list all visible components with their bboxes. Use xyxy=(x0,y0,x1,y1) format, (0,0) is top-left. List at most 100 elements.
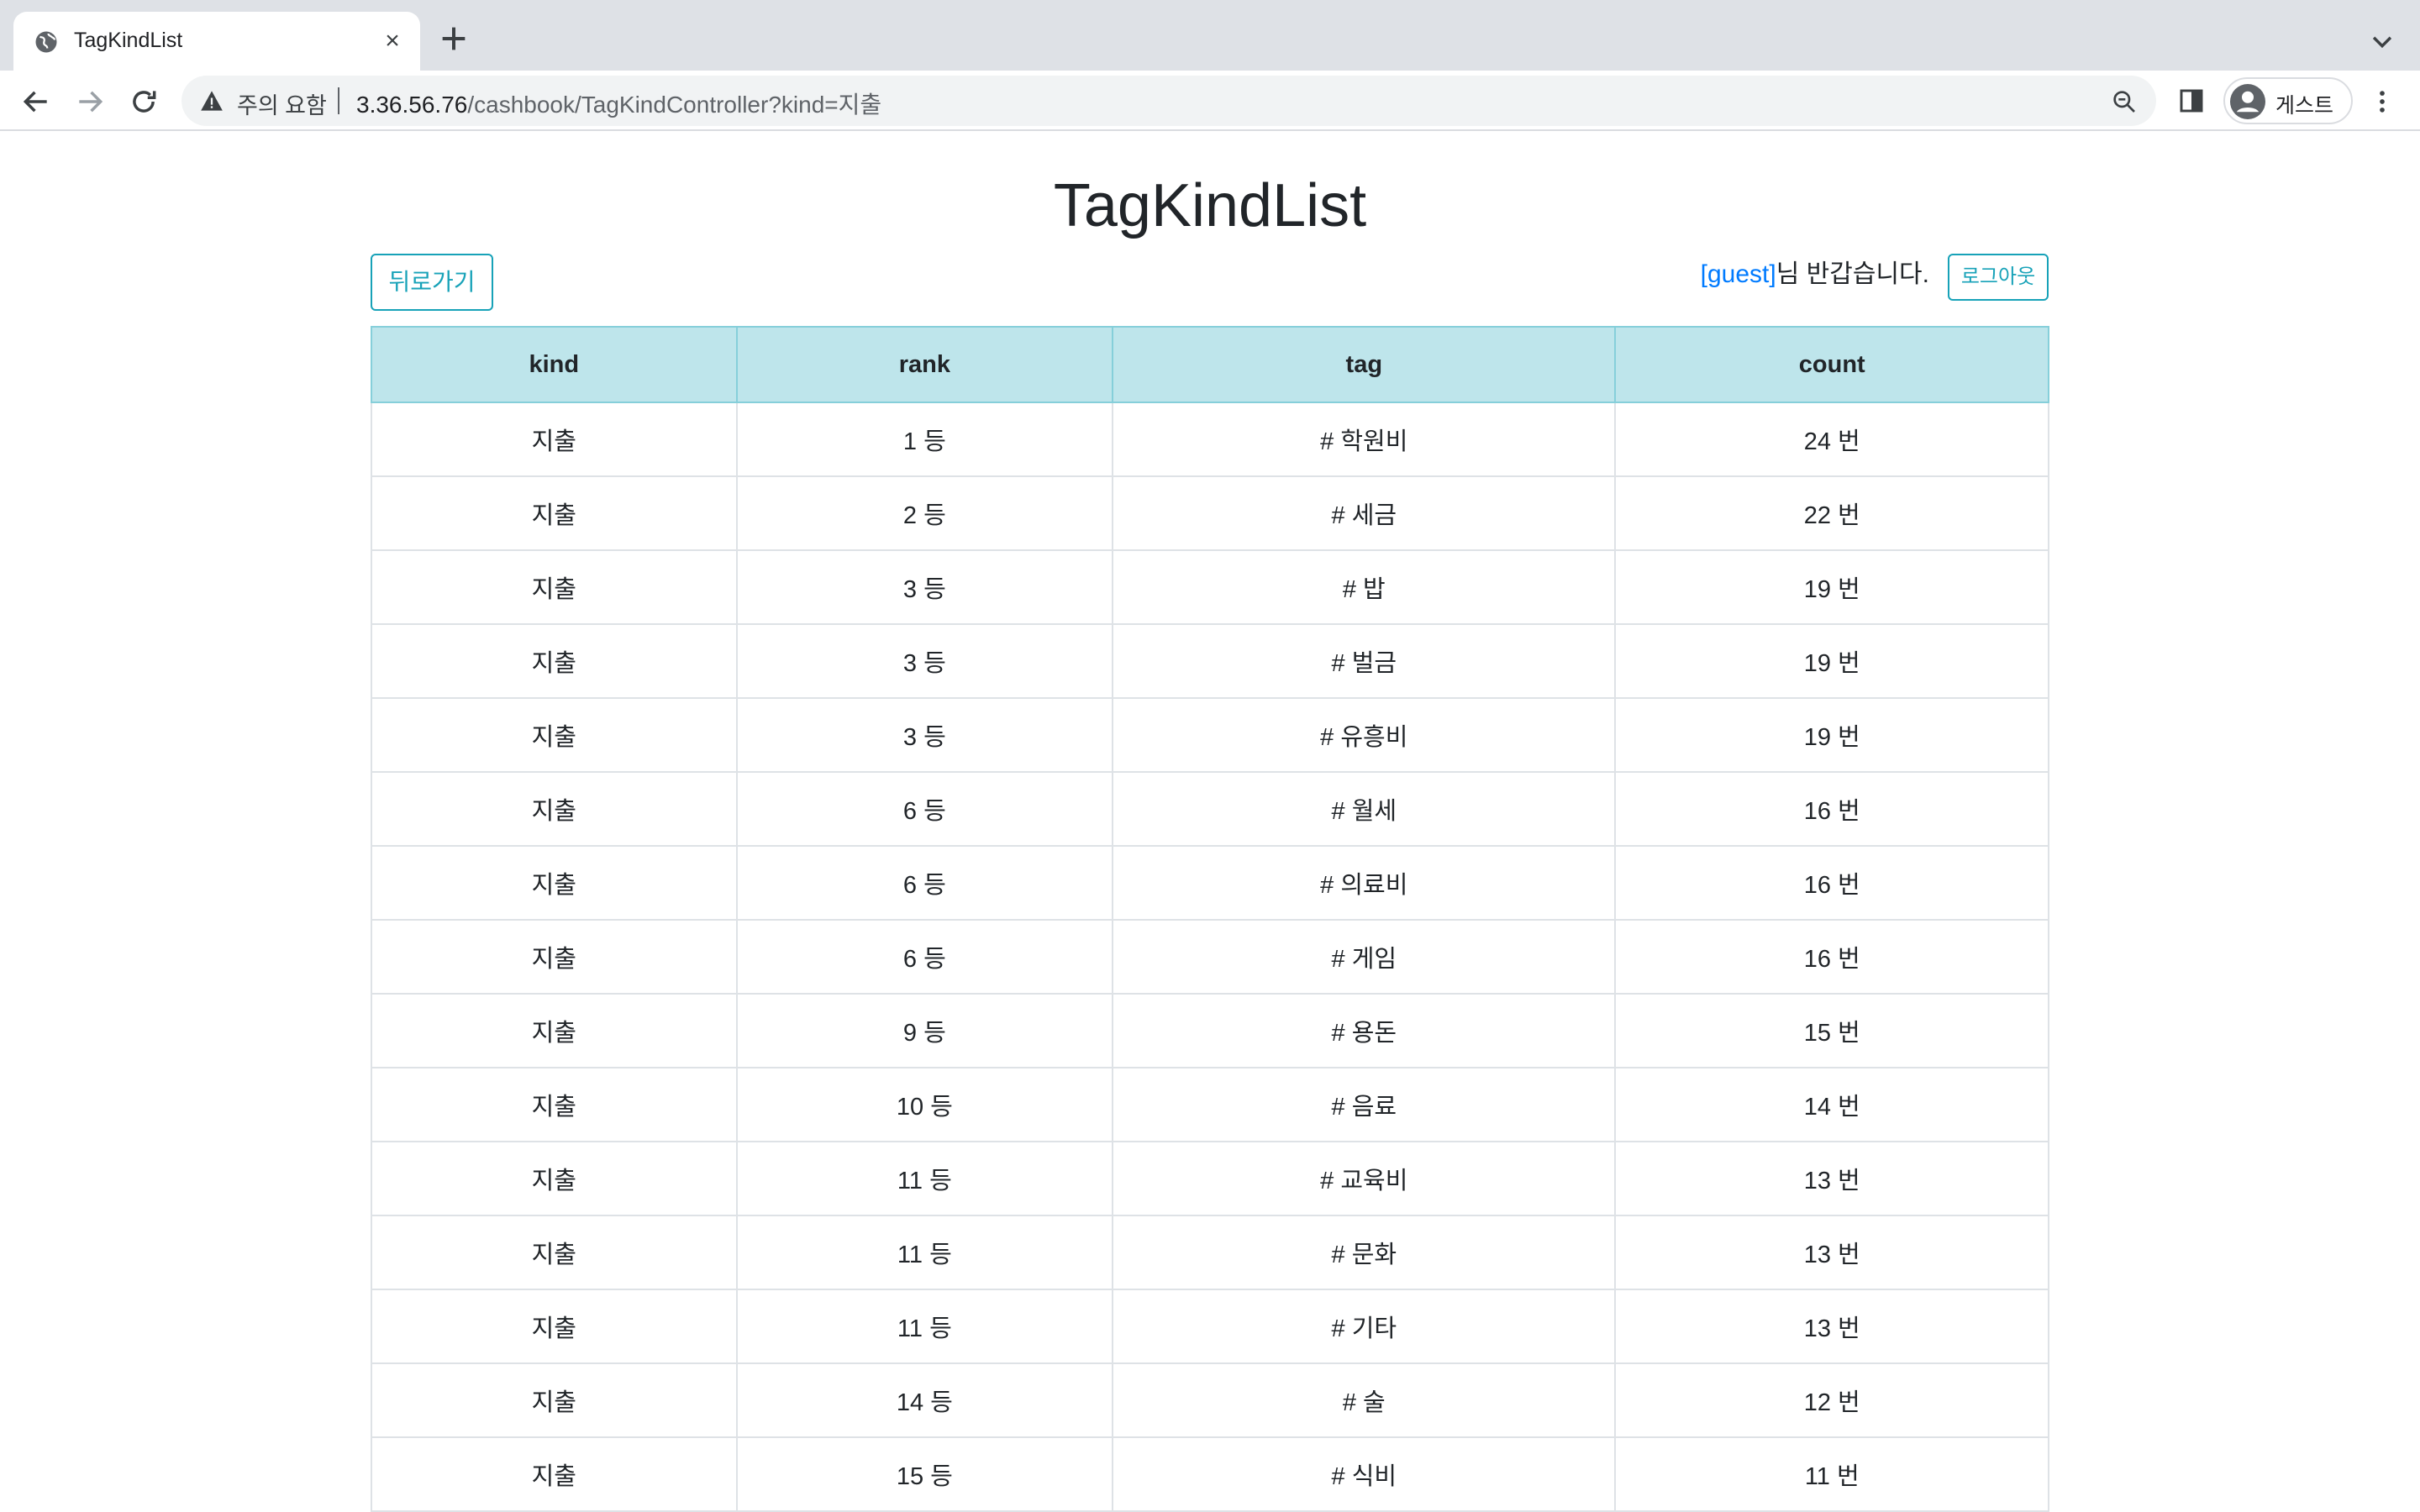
browser-tab[interactable]: TagKindList × xyxy=(13,12,420,71)
table-row: 지출 6 등 # 월세 16 번 xyxy=(371,771,2049,847)
header-count: count xyxy=(1614,326,2049,403)
cell-kind: 지출 xyxy=(371,771,738,847)
cell-tag: # 세금 xyxy=(1112,475,1617,551)
cell-rank: 15 등 xyxy=(735,1436,1114,1512)
table-row: 지출 3 등 # 벌금 19 번 xyxy=(371,623,2049,699)
cell-rank: 14 등 xyxy=(735,1362,1114,1438)
cell-count: 24 번 xyxy=(1614,402,2049,477)
cell-kind: 지출 xyxy=(371,623,738,699)
table-row: 지출 1 등 # 학원비 24 번 xyxy=(371,402,2049,477)
cell-count: 19 번 xyxy=(1614,549,2049,625)
tab-title: TagKindList xyxy=(74,29,183,52)
cell-count: 16 번 xyxy=(1614,919,2049,995)
chevron-down-icon[interactable] xyxy=(2368,27,2396,55)
table-row: 지출 3 등 # 밥 19 번 xyxy=(371,549,2049,625)
arrow-left-icon[interactable] xyxy=(20,86,52,118)
table-row: 지출 3 등 # 유흥비 19 번 xyxy=(371,697,2049,773)
cell-kind: 지출 xyxy=(371,1067,738,1142)
greeting-text: 님 반갑습니다. xyxy=(1776,260,1929,288)
cell-tag: # 밥 xyxy=(1112,549,1617,625)
cell-count: 13 번 xyxy=(1614,1215,2049,1290)
globe-icon xyxy=(35,31,57,53)
warning-icon xyxy=(201,91,223,111)
profile-button[interactable]: 게스트 xyxy=(2223,77,2353,124)
cell-kind: 지출 xyxy=(371,475,738,551)
table-body: 지출 1 등 # 학원비 24 번 지출 2 등 # 세금 22 번 지출 3 등 # 밥 19 번지… xyxy=(371,402,2049,1512)
cell-kind: 지출 xyxy=(371,549,738,625)
cell-tag: # 벌금 xyxy=(1112,623,1617,699)
tag-kind-table: kind rank tag count 지출 1 등 # 학원비 24 번 지출 2 등 #… xyxy=(371,326,2049,1512)
cell-rank: 6 등 xyxy=(735,845,1114,921)
zoom-icon[interactable] xyxy=(2111,88,2138,115)
cell-kind: 지출 xyxy=(371,845,738,921)
cell-kind: 지출 xyxy=(371,1215,738,1290)
cell-tag: # 의료비 xyxy=(1112,845,1617,921)
url-text[interactable]: 3.36.56.76/cashbook/TagKindController?ki… xyxy=(356,87,881,120)
cell-tag: # 음료 xyxy=(1112,1067,1617,1142)
cell-count: 19 번 xyxy=(1614,697,2049,773)
header-rank: rank xyxy=(735,326,1114,403)
reload-icon[interactable] xyxy=(128,86,160,118)
table-row: 지출 6 등 # 게임 16 번 xyxy=(371,919,2049,995)
cell-rank: 11 등 xyxy=(735,1141,1114,1216)
cell-rank: 1 등 xyxy=(735,402,1114,477)
cell-kind: 지출 xyxy=(371,1289,738,1364)
cell-count: 13 번 xyxy=(1614,1141,2049,1216)
table-row: 지출 2 등 # 세금 22 번 xyxy=(371,475,2049,551)
address-bar[interactable]: 주의 요함 3.36.56.76/cashbook/TagKindControl… xyxy=(182,76,2156,126)
cell-count: 14 번 xyxy=(1614,1067,2049,1142)
cell-kind: 지출 xyxy=(371,402,738,477)
header-tag: tag xyxy=(1112,326,1617,403)
profile-label: 게스트 xyxy=(2275,94,2334,118)
greeting-user: [guest] xyxy=(1700,260,1776,288)
table-row: 지출 11 등 # 기타 13 번 xyxy=(371,1289,2049,1364)
arrow-right-icon[interactable] xyxy=(74,86,106,118)
cell-rank: 3 등 xyxy=(735,623,1114,699)
cell-kind: 지출 xyxy=(371,993,738,1068)
cell-tag: # 학원비 xyxy=(1112,402,1617,477)
table-row: 지출 15 등 # 식비 11 번 xyxy=(371,1436,2049,1512)
cell-tag: # 교육비 xyxy=(1112,1141,1617,1216)
close-icon[interactable]: × xyxy=(378,27,407,55)
plus-icon[interactable] xyxy=(437,22,471,55)
url-host: 3.36.56.76 xyxy=(356,92,468,118)
cell-count: 15 번 xyxy=(1614,993,2049,1068)
table-row: 지출 9 등 # 용돈 15 번 xyxy=(371,993,2049,1068)
logout-button[interactable]: 로그아웃 xyxy=(1948,254,2049,301)
header-kind: kind xyxy=(371,326,738,403)
cell-kind: 지출 xyxy=(371,1141,738,1216)
cell-count: 22 번 xyxy=(1614,475,2049,551)
cell-rank: 11 등 xyxy=(735,1289,1114,1364)
table-row: 지출 14 등 # 술 12 번 xyxy=(371,1362,2049,1438)
cell-tag: # 용돈 xyxy=(1112,993,1617,1068)
table-row: 지출 10 등 # 음료 14 번 xyxy=(371,1067,2049,1142)
cell-count: 11 번 xyxy=(1614,1436,2049,1512)
cell-rank: 3 등 xyxy=(735,549,1114,625)
cell-kind: 지출 xyxy=(371,697,738,773)
cell-rank: 3 등 xyxy=(735,697,1114,773)
cell-count: 16 번 xyxy=(1614,845,2049,921)
cell-count: 12 번 xyxy=(1614,1362,2049,1438)
cell-tag: # 월세 xyxy=(1112,771,1617,847)
cell-rank: 9 등 xyxy=(735,993,1114,1068)
cell-tag: # 술 xyxy=(1112,1362,1617,1438)
cell-tag: # 문화 xyxy=(1112,1215,1617,1290)
kebab-menu-icon[interactable] xyxy=(2368,86,2396,118)
cell-count: 16 번 xyxy=(1614,771,2049,847)
table-header-row: kind rank tag count xyxy=(371,326,2049,403)
cell-kind: 지출 xyxy=(371,1362,738,1438)
greeting: [guest]님 반갑습니다. xyxy=(1701,257,1929,292)
cell-count: 13 번 xyxy=(1614,1289,2049,1364)
cell-tag: # 유흥비 xyxy=(1112,697,1617,773)
url-path: /cashbook/TagKindController?kind=지출 xyxy=(467,92,882,118)
cell-rank: 10 등 xyxy=(735,1067,1114,1142)
page-title: TagKindList xyxy=(1053,172,1367,239)
cell-rank: 11 등 xyxy=(735,1215,1114,1290)
cell-rank: 6 등 xyxy=(735,919,1114,995)
divider xyxy=(338,87,339,114)
security-warning[interactable]: 주의 요함 xyxy=(237,87,327,120)
side-panel-icon[interactable] xyxy=(2178,87,2205,114)
avatar xyxy=(2230,84,2265,119)
cell-tag: # 기타 xyxy=(1112,1289,1617,1364)
back-button[interactable]: 뒤로가기 xyxy=(371,254,493,311)
